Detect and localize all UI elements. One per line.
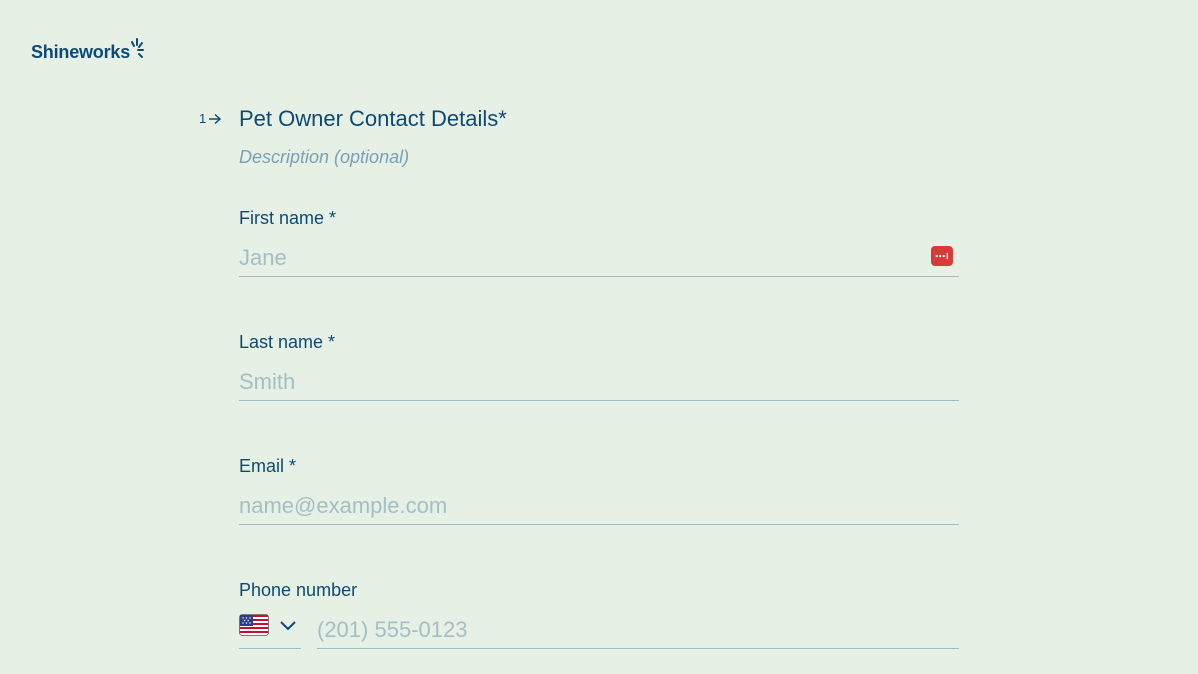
chevron-down-icon bbox=[280, 621, 296, 631]
phone-row bbox=[239, 612, 959, 649]
question-number-text: 1 bbox=[199, 111, 207, 126]
email-field: Email * bbox=[239, 454, 959, 525]
first-name-input[interactable] bbox=[239, 240, 959, 276]
us-flag-icon bbox=[239, 614, 269, 636]
last-name-label: Last name * bbox=[239, 332, 336, 352]
first-name-field: First name * bbox=[239, 206, 959, 277]
email-input[interactable] bbox=[239, 488, 959, 524]
question-number: 1 bbox=[199, 111, 222, 126]
phone-input[interactable] bbox=[317, 612, 959, 648]
last-name-input-wrapper bbox=[239, 364, 959, 401]
brand-name: Shineworks bbox=[31, 42, 131, 62]
last-name-input[interactable] bbox=[239, 364, 959, 400]
arrow-right-icon bbox=[209, 113, 222, 124]
first-name-label: First name * bbox=[239, 208, 337, 228]
phone-input-wrapper bbox=[317, 612, 959, 649]
phone-label: Phone number bbox=[239, 580, 358, 600]
last-name-field: Last name * bbox=[239, 330, 959, 401]
email-label: Email * bbox=[239, 456, 297, 476]
sparkle-icon bbox=[131, 38, 145, 58]
password-manager-icon[interactable] bbox=[931, 246, 953, 266]
question-title: Pet Owner Contact Details* bbox=[239, 106, 507, 131]
email-input-wrapper bbox=[239, 488, 959, 525]
phone-field: Phone number bbox=[239, 578, 959, 649]
brand-logo: Shineworks bbox=[31, 38, 145, 66]
first-name-input-wrapper bbox=[239, 240, 959, 277]
country-code-select[interactable] bbox=[239, 612, 301, 649]
question-description[interactable]: Description (optional) bbox=[239, 147, 409, 168]
